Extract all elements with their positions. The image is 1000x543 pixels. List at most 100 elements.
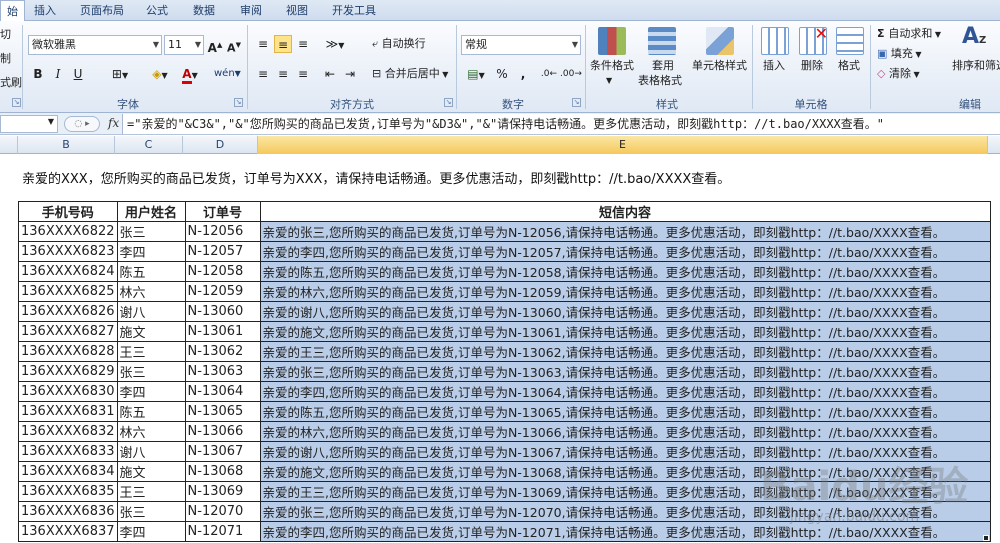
align-bottom-button[interactable]: ≡	[294, 35, 312, 53]
name-cell[interactable]: 林六	[116, 421, 186, 442]
conditional-format-button[interactable]: 条件格式	[590, 58, 634, 74]
delete-cells-button[interactable]: 删除	[801, 58, 823, 74]
insert-cells-button[interactable]: 插入	[763, 58, 785, 74]
format-cells-button[interactable]: 格式	[838, 58, 860, 74]
message-cell[interactable]: 亲爱的谢八,您所购买的商品已发货,订单号为N-13060,请保持电话畅通。更多优…	[259, 301, 991, 322]
name-cell[interactable]: 张三	[116, 361, 186, 382]
message-cell[interactable]: 亲爱的王三,您所购买的商品已发货,订单号为N-13062,请保持电话畅通。更多优…	[259, 341, 991, 362]
increase-indent-button[interactable]: ⇥	[342, 65, 358, 83]
phone-cell[interactable]: 136XXXX6835	[18, 481, 118, 502]
name-cell[interactable]: 张三	[116, 501, 186, 522]
message-cell[interactable]: 亲爱的施文,您所购买的商品已发货,订单号为N-13061,请保持电话畅通。更多优…	[259, 321, 991, 342]
phone-cell[interactable]: 136XXXX6833	[18, 441, 118, 462]
order-cell[interactable]: N-12059	[184, 281, 261, 302]
header-name[interactable]: 用户姓名	[116, 201, 186, 222]
column-header-d[interactable]: D	[183, 136, 258, 154]
name-cell[interactable]: 张三	[116, 221, 186, 242]
message-cell[interactable]: 亲爱的林六,您所购买的商品已发货,订单号为N-12059,请保持电话畅通。更多优…	[259, 281, 991, 302]
name-cell[interactable]: 李四	[116, 241, 186, 262]
column-header-e[interactable]: E	[258, 136, 988, 154]
tab-view[interactable]: 视图	[280, 0, 314, 21]
message-cell[interactable]: 亲爱的陈五,您所购买的商品已发货,订单号为N-12058,请保持电话畅通。更多优…	[259, 261, 991, 282]
fill-handle[interactable]	[983, 535, 989, 541]
alignment-launcher-icon[interactable]: ↘	[444, 98, 453, 107]
borders-button[interactable]: ⊞▼	[108, 65, 132, 83]
name-cell[interactable]: 谢八	[116, 441, 186, 462]
cell-style-button[interactable]: 单元格样式	[692, 58, 747, 74]
shrink-font-button[interactable]: A▼	[226, 36, 242, 55]
tab-page-layout[interactable]: 页面布局	[74, 0, 130, 21]
order-cell[interactable]: N-13060	[184, 301, 261, 322]
message-cell[interactable]: 亲爱的陈五,您所购买的商品已发货,订单号为N-13065,请保持电话畅通。更多优…	[259, 401, 991, 422]
comma-button[interactable]: ,	[516, 65, 530, 83]
table-format-button[interactable]: 表格格式	[638, 73, 682, 89]
number-format-combo[interactable]: 常规 ▼	[461, 35, 581, 55]
phone-cell[interactable]: 136XXXX6831	[18, 401, 118, 422]
decrease-indent-button[interactable]: ⇤	[322, 65, 338, 83]
phone-cell[interactable]: 136XXXX6830	[18, 381, 118, 402]
order-cell[interactable]: N-13063	[184, 361, 261, 382]
order-cell[interactable]: N-12070	[184, 501, 261, 522]
name-cell[interactable]: 陈五	[116, 261, 186, 282]
tab-formulas[interactable]: 公式	[140, 0, 174, 21]
message-cell[interactable]: 亲爱的林六,您所购买的商品已发货,订单号为N-13066,请保持电话畅通。更多优…	[259, 421, 991, 442]
column-header-c[interactable]: C	[115, 136, 183, 154]
phonetic-button[interactable]: wén▼	[214, 65, 241, 83]
name-cell[interactable]: 王三	[116, 341, 186, 362]
header-message[interactable]: 短信内容	[259, 201, 991, 222]
formula-input[interactable]: ="亲爱的"&C3&","&"您所购买的商品已发货,订单号为"&D3&","&"…	[122, 114, 1000, 134]
fill-color-button[interactable]: ◈▼	[148, 65, 172, 83]
decrease-decimal-button[interactable]: .00→	[560, 65, 582, 83]
tab-developer[interactable]: 开发工具	[326, 0, 382, 21]
name-cell[interactable]: 施文	[116, 461, 186, 482]
order-cell[interactable]: N-13064	[184, 381, 261, 402]
font-size-combo[interactable]: 11 ▼	[164, 35, 204, 55]
insert-function-button[interactable]: fx	[108, 116, 119, 130]
formula-controls[interactable]: ◌ ▸	[64, 116, 100, 132]
percent-button[interactable]: %	[494, 65, 510, 83]
name-cell[interactable]: 李四	[116, 521, 186, 542]
name-cell[interactable]: 谢八	[116, 301, 186, 322]
name-cell[interactable]: 王三	[116, 481, 186, 502]
phone-cell[interactable]: 136XXXX6828	[18, 341, 118, 362]
accounting-format-button[interactable]: ▤▼	[463, 65, 489, 83]
phone-cell[interactable]: 136XXXX6823	[18, 241, 118, 262]
order-cell[interactable]: N-12071	[184, 521, 261, 542]
column-header-b[interactable]: B	[18, 136, 115, 154]
phone-cell[interactable]: 136XXXX6824	[18, 261, 118, 282]
italic-button[interactable]: I	[50, 65, 66, 83]
order-cell[interactable]: N-13069	[184, 481, 261, 502]
orientation-button[interactable]: ≫▼	[322, 35, 348, 53]
bold-button[interactable]: B	[30, 65, 46, 83]
font-name-combo[interactable]: 微软雅黑 ▼	[28, 35, 162, 55]
tab-home[interactable]: 始	[0, 0, 25, 22]
align-center-button[interactable]: ≡	[274, 65, 292, 83]
copy-button[interactable]: 制	[0, 51, 11, 67]
name-box[interactable]: ▼	[0, 115, 58, 133]
wrap-text-button[interactable]: ⤶ 自动换行	[372, 36, 426, 52]
template-message[interactable]: 亲爱的XXX，您所购买的商品已发货，订单号为XXX，请保持电话畅通。更多优惠活动…	[22, 168, 730, 187]
order-cell[interactable]: N-13062	[184, 341, 261, 362]
order-cell[interactable]: N-12057	[184, 241, 261, 262]
clipboard-launcher-icon[interactable]: ↘	[12, 98, 21, 107]
align-top-button[interactable]: ≡	[254, 35, 272, 53]
phone-cell[interactable]: 136XXXX6826	[18, 301, 118, 322]
font-color-button[interactable]: A▼	[178, 65, 202, 84]
header-phone[interactable]: 手机号码	[18, 201, 118, 222]
order-cell[interactable]: N-12056	[184, 221, 261, 242]
header-order[interactable]: 订单号	[184, 201, 261, 222]
order-cell[interactable]: N-13067	[184, 441, 261, 462]
order-cell[interactable]: N-13065	[184, 401, 261, 422]
grow-font-button[interactable]: A▲	[207, 36, 223, 55]
message-cell[interactable]: 亲爱的李四,您所购买的商品已发货,订单号为N-13064,请保持电话畅通。更多优…	[259, 381, 991, 402]
align-left-button[interactable]: ≡	[254, 65, 272, 83]
name-cell[interactable]: 李四	[116, 381, 186, 402]
phone-cell[interactable]: 136XXXX6829	[18, 361, 118, 382]
number-launcher-icon[interactable]: ↘	[572, 98, 581, 107]
order-cell[interactable]: N-13066	[184, 421, 261, 442]
name-cell[interactable]: 施文	[116, 321, 186, 342]
clear-button[interactable]: ◇ 清除 ▼	[877, 66, 920, 83]
cut-button[interactable]: 切	[0, 27, 11, 43]
tab-review[interactable]: 审阅	[234, 0, 268, 21]
phone-cell[interactable]: 136XXXX6825	[18, 281, 118, 302]
